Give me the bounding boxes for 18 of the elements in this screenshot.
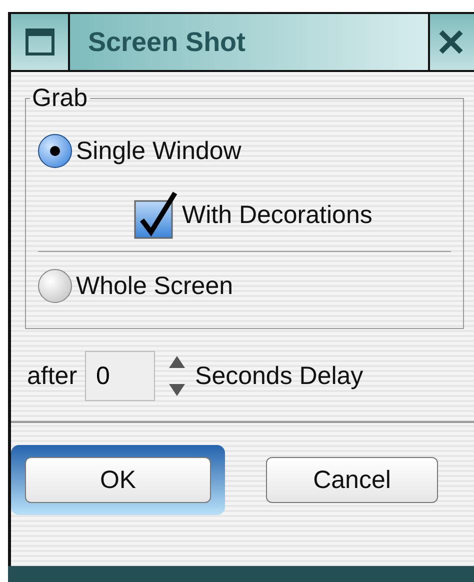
cancel-button[interactable]: Cancel <box>266 457 438 503</box>
radio-option[interactable]: Single Window <box>38 119 451 183</box>
radio-button[interactable] <box>38 134 72 168</box>
close-button[interactable] <box>428 14 474 70</box>
close-icon <box>438 29 464 55</box>
group-title: Grab <box>31 84 89 113</box>
checkbox[interactable] <box>134 190 178 240</box>
window-icon <box>24 28 54 56</box>
delay-suffix: Seconds Delay <box>195 362 364 390</box>
spin-arrows-icon[interactable] <box>167 354 188 398</box>
delay-prefix: after <box>27 362 78 390</box>
checkbox-option[interactable]: With Decorations <box>38 183 451 247</box>
radio-option[interactable]: Whole Screen <box>38 254 451 318</box>
ok-button[interactable]: OK <box>25 457 211 503</box>
delay-spin-field[interactable]: 0 <box>85 351 156 401</box>
window-title: Screen Shot <box>88 26 246 58</box>
radio-button[interactable] <box>38 269 72 303</box>
window-menu-button[interactable] <box>11 14 70 70</box>
